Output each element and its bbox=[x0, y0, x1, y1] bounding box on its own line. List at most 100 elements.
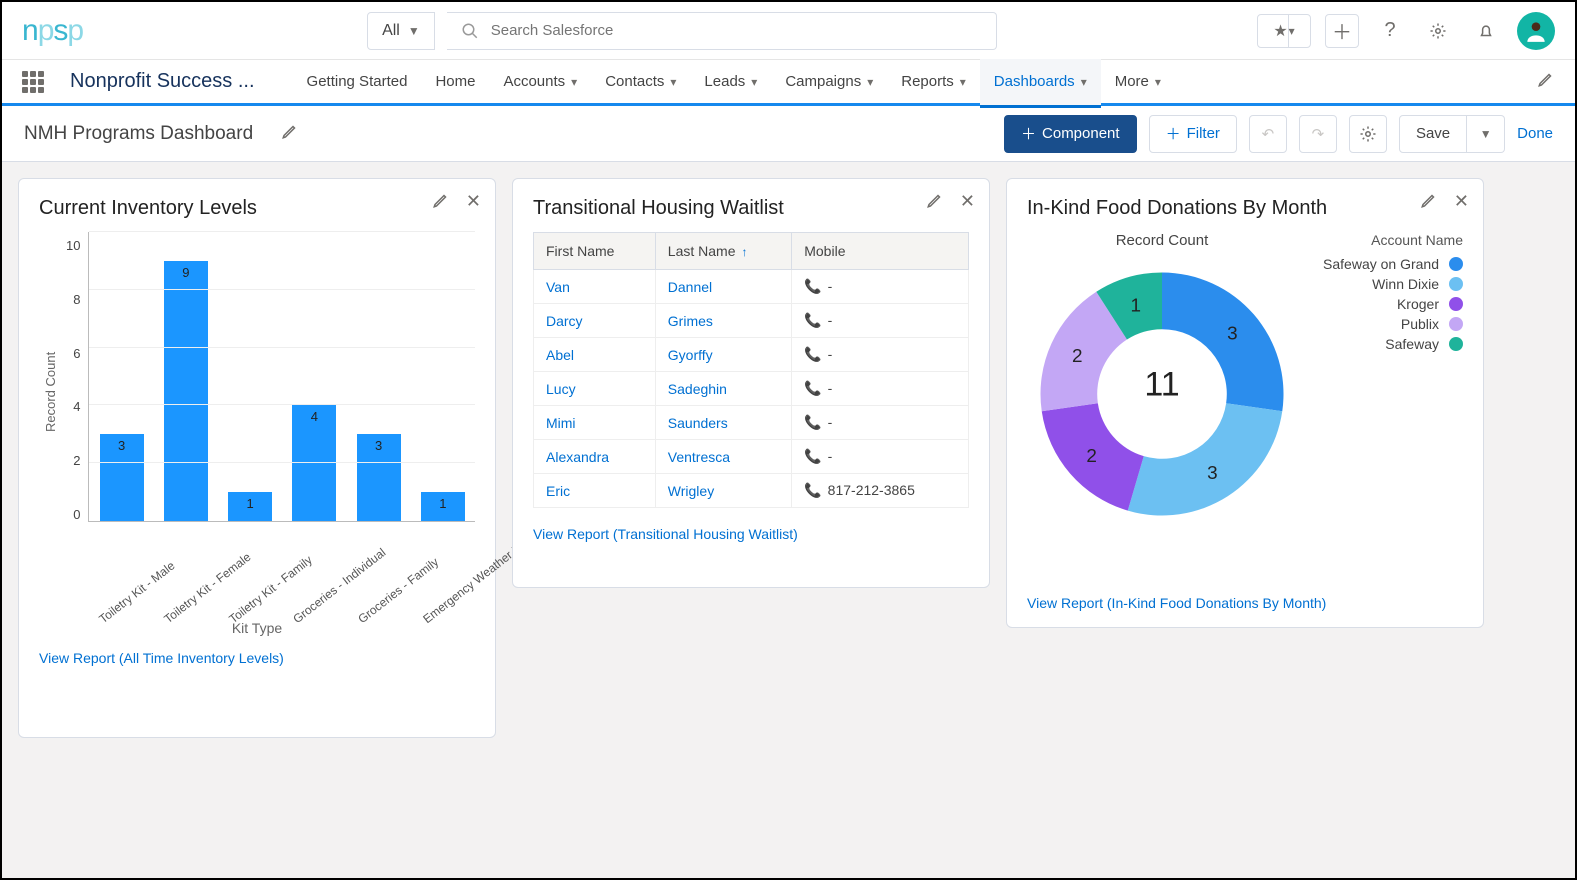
donut-chart: Record Count 33221 11 bbox=[1027, 232, 1297, 529]
tab-home[interactable]: Home bbox=[421, 59, 489, 108]
legend-label: Publix bbox=[1401, 316, 1439, 332]
cell-last[interactable]: Saunders bbox=[655, 406, 791, 440]
done-button[interactable]: Done bbox=[1517, 125, 1553, 142]
sort-asc-icon: ↑ bbox=[741, 245, 747, 259]
col-mobile[interactable]: Mobile bbox=[792, 233, 969, 270]
redo-button[interactable]: ↷ bbox=[1299, 115, 1337, 153]
setup-button[interactable] bbox=[1421, 14, 1455, 48]
search-input[interactable] bbox=[491, 22, 982, 39]
search-scope[interactable]: All ▼ bbox=[367, 12, 435, 50]
cell-mobile[interactable]: 📞- bbox=[792, 406, 969, 440]
cell-last[interactable]: Ventresca bbox=[655, 440, 791, 474]
cell-first[interactable]: Abel bbox=[534, 338, 656, 372]
legend-item[interactable]: Safeway on Grand bbox=[1317, 256, 1463, 272]
cell-first[interactable]: Van bbox=[534, 270, 656, 304]
cell-first[interactable]: Lucy bbox=[534, 372, 656, 406]
app-nav: Nonprofit Success ... Getting StartedHom… bbox=[2, 60, 1575, 106]
legend-item[interactable]: Kroger bbox=[1317, 296, 1463, 312]
favorites-button[interactable]: ★▾ bbox=[1257, 14, 1311, 48]
cell-last[interactable]: Dannel bbox=[655, 270, 791, 304]
remove-card-button[interactable]: ✕ bbox=[960, 191, 975, 214]
bar[interactable]: 4 bbox=[292, 405, 336, 521]
legend-item[interactable]: Publix bbox=[1317, 316, 1463, 332]
view-report-link[interactable]: View Report (Transitional Housing Waitli… bbox=[533, 526, 969, 542]
add-component-button[interactable]: ＋Component bbox=[1004, 115, 1137, 153]
bar[interactable]: 1 bbox=[228, 492, 272, 521]
table-row: AbelGyorffy📞- bbox=[534, 338, 969, 372]
remove-card-button[interactable]: ✕ bbox=[466, 191, 481, 214]
help-button[interactable]: ? bbox=[1373, 14, 1407, 48]
tab-leads[interactable]: Leads▾ bbox=[690, 59, 771, 108]
tab-dashboards[interactable]: Dashboards▾ bbox=[980, 59, 1101, 108]
slice-value: 2 bbox=[1072, 346, 1083, 367]
bar[interactable]: 1 bbox=[421, 492, 465, 521]
bar-value: 3 bbox=[375, 438, 382, 453]
legend-item[interactable]: Winn Dixie bbox=[1317, 276, 1463, 292]
cell-last[interactable]: Gyorffy bbox=[655, 338, 791, 372]
bar[interactable]: 3 bbox=[100, 434, 144, 521]
logo: npsp bbox=[22, 14, 83, 48]
search-scope-label: All bbox=[382, 22, 400, 40]
cell-first[interactable]: Eric bbox=[534, 474, 656, 508]
edit-card-button[interactable] bbox=[1420, 191, 1438, 214]
tab-contacts[interactable]: Contacts▾ bbox=[591, 59, 690, 108]
plus-icon: ＋ bbox=[1021, 123, 1036, 144]
redo-icon: ↷ bbox=[1312, 125, 1325, 143]
dashboard-toolbar: NMH Programs Dashboard ＋Component ＋Filte… bbox=[2, 106, 1575, 162]
chevron-down-icon: ▼ bbox=[1480, 127, 1492, 141]
notifications-button[interactable] bbox=[1469, 14, 1503, 48]
bar[interactable]: 3 bbox=[357, 434, 401, 521]
add-button[interactable]: ＋ bbox=[1325, 14, 1359, 48]
settings-button[interactable] bbox=[1349, 115, 1387, 153]
cell-mobile[interactable]: 📞817-212-3865 bbox=[792, 474, 969, 508]
view-report-link[interactable]: View Report (All Time Inventory Levels) bbox=[39, 650, 475, 666]
slice-value: 2 bbox=[1086, 446, 1097, 467]
app-launcher-icon[interactable] bbox=[22, 71, 44, 93]
search-icon bbox=[461, 22, 479, 40]
chevron-down-icon: ▾ bbox=[571, 75, 577, 89]
edit-card-button[interactable] bbox=[432, 191, 450, 214]
edit-card-button[interactable] bbox=[926, 191, 944, 214]
cell-mobile[interactable]: 📞- bbox=[792, 304, 969, 338]
tab-campaigns[interactable]: Campaigns▾ bbox=[771, 59, 887, 108]
save-button[interactable]: Save bbox=[1399, 115, 1467, 153]
cell-mobile[interactable]: 📞- bbox=[792, 270, 969, 304]
cell-last[interactable]: Sadeghin bbox=[655, 372, 791, 406]
edit-title-button[interactable] bbox=[281, 122, 299, 145]
tab-label: Reports bbox=[901, 73, 954, 90]
save-menu-button[interactable]: ▼ bbox=[1467, 115, 1505, 153]
cell-mobile[interactable]: 📞- bbox=[792, 440, 969, 474]
donut-slice[interactable] bbox=[1128, 403, 1282, 515]
col-first-name[interactable]: First Name bbox=[534, 233, 656, 270]
cell-mobile[interactable]: 📞- bbox=[792, 372, 969, 406]
remove-card-button[interactable]: ✕ bbox=[1454, 191, 1469, 214]
phone-icon: 📞 bbox=[804, 312, 821, 328]
view-report-link[interactable]: View Report (In-Kind Food Donations By M… bbox=[1027, 595, 1463, 611]
tab-getting-started[interactable]: Getting Started bbox=[293, 59, 422, 108]
add-filter-button[interactable]: ＋Filter bbox=[1149, 115, 1237, 153]
cell-last[interactable]: Wrigley bbox=[655, 474, 791, 508]
legend-label: Safeway on Grand bbox=[1323, 256, 1439, 272]
cell-last[interactable]: Grimes bbox=[655, 304, 791, 338]
undo-button[interactable]: ↶ bbox=[1249, 115, 1287, 153]
cell-first[interactable]: Alexandra bbox=[534, 440, 656, 474]
tab-reports[interactable]: Reports ▾ bbox=[887, 59, 980, 108]
card-inventory: ✕ Current Inventory Levels Record Count … bbox=[18, 178, 496, 738]
table-row: VanDannel📞- bbox=[534, 270, 969, 304]
donut-slice[interactable] bbox=[1162, 273, 1284, 412]
user-avatar[interactable] bbox=[1517, 12, 1555, 50]
edit-nav-button[interactable] bbox=[1537, 70, 1555, 93]
search-box[interactable] bbox=[447, 12, 997, 50]
tab-more[interactable]: More▾ bbox=[1101, 59, 1175, 108]
cell-first[interactable]: Darcy bbox=[534, 304, 656, 338]
close-icon: ✕ bbox=[960, 191, 975, 211]
phone-icon: 📞 bbox=[804, 380, 821, 396]
bar[interactable]: 9 bbox=[164, 261, 208, 521]
tab-accounts[interactable]: Accounts▾ bbox=[489, 59, 591, 108]
legend-item[interactable]: Safeway bbox=[1317, 336, 1463, 352]
question-icon: ? bbox=[1384, 19, 1395, 42]
chevron-down-icon: ▾ bbox=[960, 75, 966, 89]
col-last-name[interactable]: Last Name↑ bbox=[655, 233, 791, 270]
cell-mobile[interactable]: 📞- bbox=[792, 338, 969, 372]
cell-first[interactable]: Mimi bbox=[534, 406, 656, 440]
